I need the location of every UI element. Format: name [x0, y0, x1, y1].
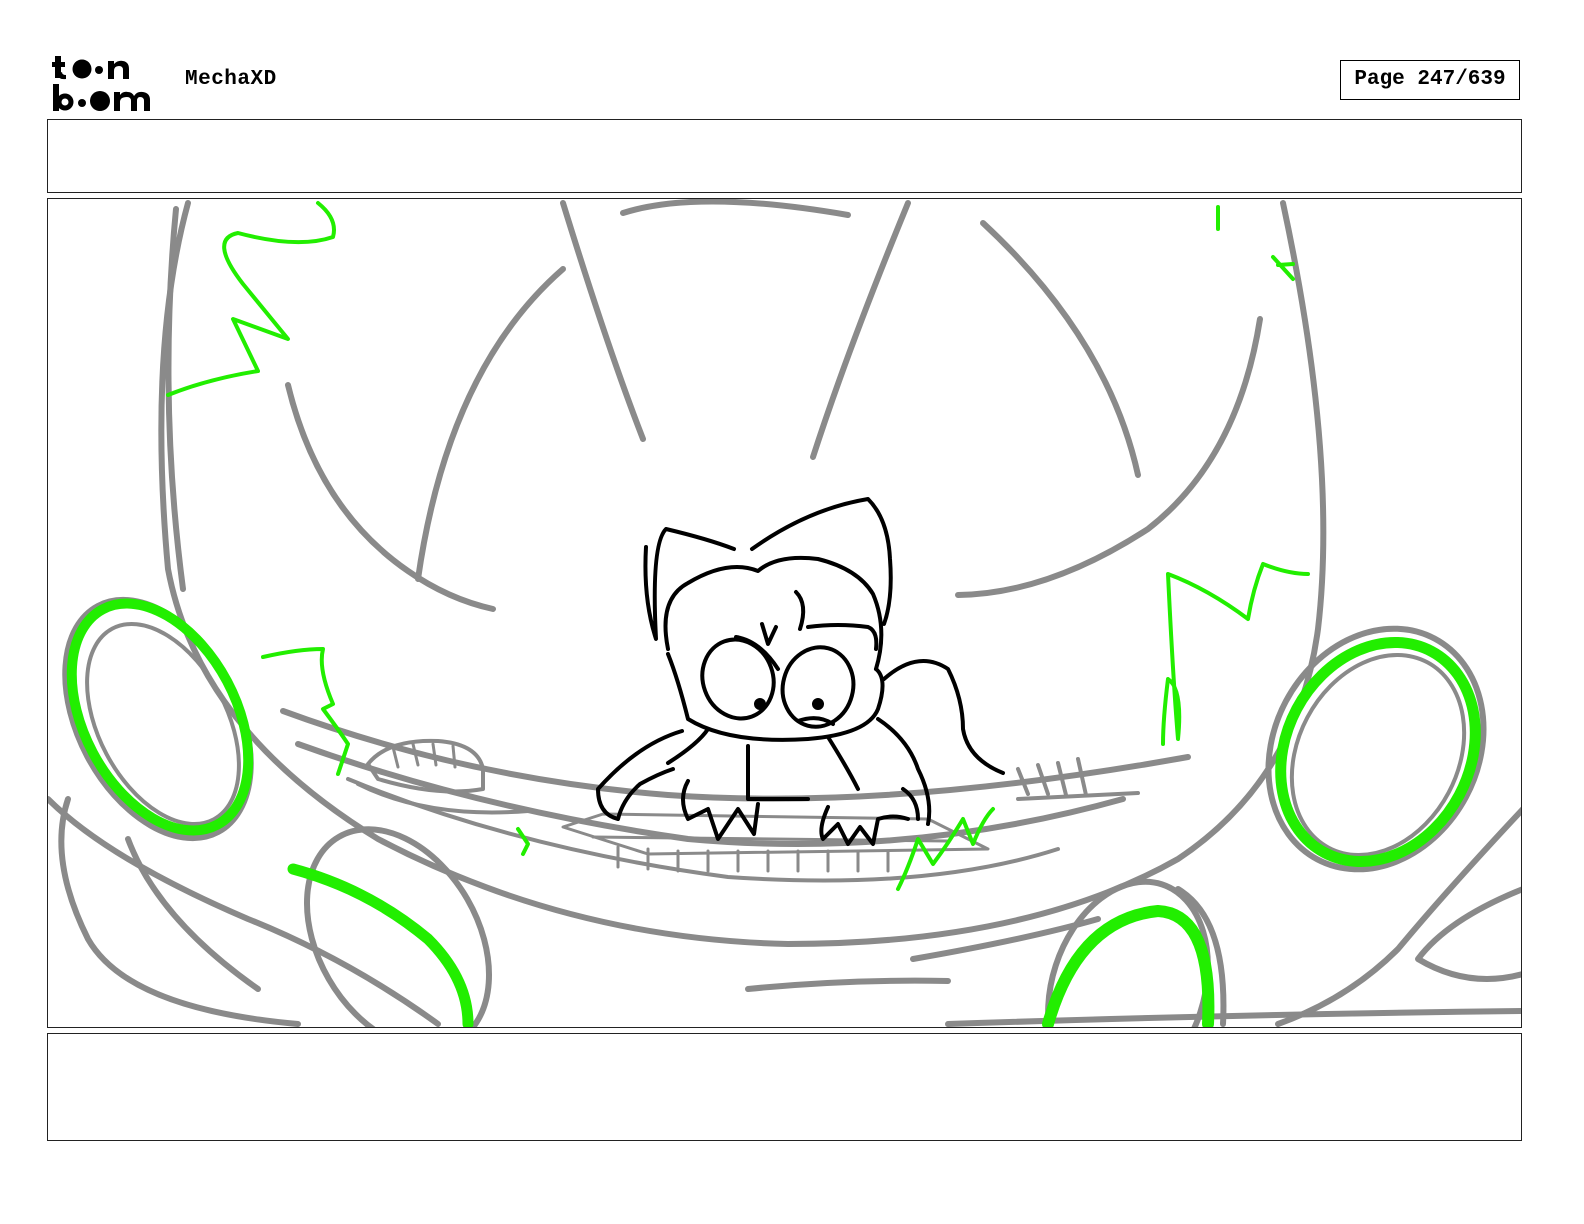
cockpit-dome-sketch — [48, 199, 1521, 1027]
energy-effects-sketch — [66, 201, 1481, 1027]
project-title: MechaXD — [185, 68, 277, 91]
storyboard-sketch — [48, 199, 1521, 1027]
toon-boom-logo — [52, 56, 150, 111]
dialogue-notes-box — [47, 119, 1522, 193]
storyboard-panel — [47, 198, 1522, 1028]
page-counter: Page 247/639 — [1340, 60, 1520, 100]
action-notes-box — [47, 1033, 1522, 1141]
